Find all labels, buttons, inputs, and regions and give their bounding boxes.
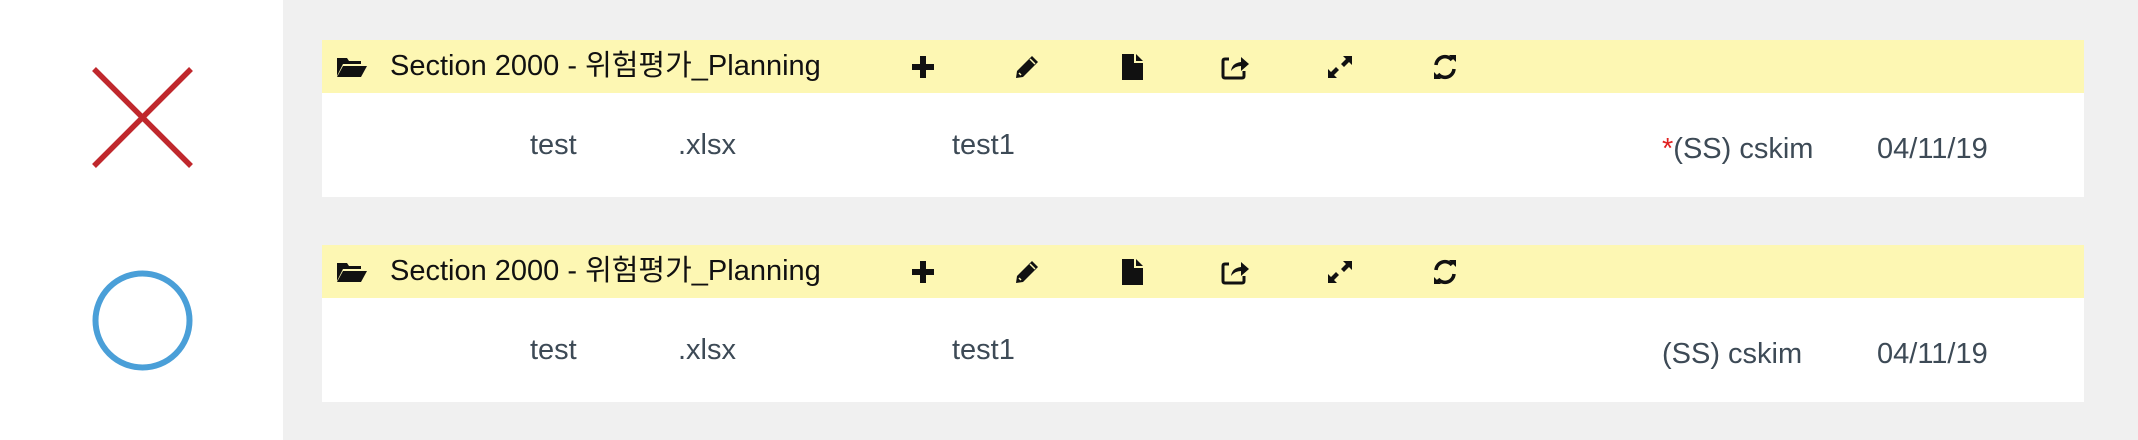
refresh-button[interactable] [1430, 52, 1460, 82]
file-extension: .xlsx [678, 334, 736, 366]
share-button[interactable] [1221, 52, 1251, 82]
expand-button[interactable] [1325, 257, 1355, 287]
file-owner: (SS) cskim [1662, 338, 1803, 370]
file-name: test [530, 334, 577, 366]
marker-column [0, 0, 283, 440]
file-row[interactable]: test .xlsx test1 *(SS) cskim 04/11/19 [322, 93, 2084, 197]
required-mark: * [1662, 133, 1674, 165]
refresh-icon [1434, 54, 1456, 80]
comparison-page: Section 2000 - 위험평가_Planning test .xlsx … [0, 0, 2138, 440]
expand-button[interactable] [1325, 52, 1355, 82]
share-button[interactable] [1221, 257, 1251, 287]
share-icon [1221, 262, 1249, 285]
edit-button[interactable] [1012, 52, 1042, 82]
file-icon [1122, 259, 1143, 285]
circle-mark-icon [92, 270, 193, 371]
pencil-icon [1016, 261, 1038, 283]
refresh-button[interactable] [1430, 257, 1460, 287]
x-mark-icon [92, 67, 193, 168]
share-icon [1221, 57, 1249, 80]
section-header[interactable]: Section 2000 - 위험평가_Planning [322, 245, 2084, 298]
edit-button[interactable] [1012, 257, 1042, 287]
file-icon [1122, 54, 1143, 80]
file-description: test1 [952, 129, 1015, 161]
expand-icon [1328, 56, 1352, 78]
file-name: test [530, 129, 577, 161]
add-button[interactable] [908, 257, 938, 287]
section-title: Section 2000 - 위험평가_Planning [390, 50, 821, 82]
expand-icon [1328, 261, 1352, 283]
add-button[interactable] [908, 52, 938, 82]
plus-icon [912, 261, 934, 283]
section-title: Section 2000 - 위험평가_Planning [390, 255, 821, 287]
file-button[interactable] [1117, 52, 1147, 82]
folder-open-icon [337, 58, 367, 77]
section-panel-correct: Section 2000 - 위험평가_Planning test .xlsx … [322, 245, 2084, 402]
pencil-icon [1016, 56, 1038, 78]
file-description: test1 [952, 334, 1015, 366]
folder-open-icon [337, 263, 367, 282]
file-date: 04/11/19 [1877, 133, 1988, 165]
file-row[interactable]: test .xlsx test1 (SS) cskim 04/11/19 [322, 298, 2084, 402]
file-button[interactable] [1117, 257, 1147, 287]
file-extension: .xlsx [678, 129, 736, 161]
section-header[interactable]: Section 2000 - 위험평가_Planning [322, 40, 2084, 93]
owner-name: (SS) cskim [1673, 133, 1814, 165]
plus-icon [912, 56, 934, 78]
section-panel-incorrect: Section 2000 - 위험평가_Planning test .xlsx … [322, 40, 2084, 197]
file-owner: *(SS) cskim [1662, 97, 1813, 201]
refresh-icon [1434, 259, 1456, 285]
file-date: 04/11/19 [1877, 338, 1988, 370]
